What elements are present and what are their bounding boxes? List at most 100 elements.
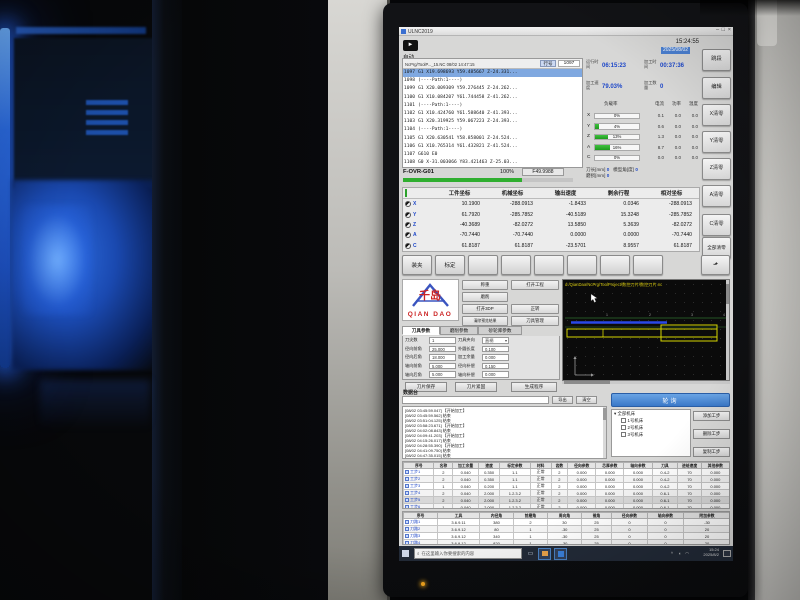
row-checkbox[interactable] [405,498,409,502]
toolbar-button-blank[interactable] [468,255,498,275]
gcode-line[interactable]: 1103G1 X20.319925 Y59.067223 Z-24.393... [403,118,582,126]
taskbar-clock[interactable]: 15:24 2025/8/2 [703,547,719,557]
table-row[interactable]: 刀路23.6.9.12801-30250020 [404,526,731,533]
return-button[interactable]: ⬏ [701,255,730,275]
forward-button[interactable]: 正转 [511,304,559,314]
row-checkbox[interactable] [405,470,409,474]
tab-grind-params[interactable]: 磨削参数 [440,326,478,335]
param-input[interactable]: 25.000 [429,346,456,353]
grind-button[interactable]: 磨削 [462,292,508,302]
tab-tool-params[interactable]: 刀具参数 [402,326,440,335]
log-scrollbar[interactable] [603,407,606,458]
generate-program-button[interactable]: 生成程序 [511,382,557,392]
minimize-button[interactable]: – [716,27,719,33]
toolbar-button-blank[interactable] [600,255,630,275]
machine-tree-item[interactable]: 3号机床 [614,431,688,438]
work-steps-table[interactable]: 序号名称加工余量速度标定参数材料齿数径向参数芯厚参数轴向参数刀具进给速度其他参数… [402,461,730,509]
row-checkbox[interactable] [405,505,409,509]
machine-checkbox[interactable] [621,418,626,423]
param-input[interactable]: 0.100 [482,346,509,353]
machine-tree-item[interactable]: 2号机床 [614,424,688,431]
gcode-line[interactable]: 1105G1 X20.630541 Y58.858001 Z-24.524... [403,135,582,143]
graph-hscroll[interactable] [562,381,730,384]
gcode-line[interactable]: 1101(----Path:1----) [403,102,582,110]
row-checkbox[interactable] [405,491,409,495]
table-row[interactable]: 刀路33.6.9.123401-30250020 [404,533,731,540]
file-explorer-icon[interactable] [539,549,550,559]
param-input[interactable]: 0.150 [482,363,509,370]
row-checkbox[interactable] [405,520,409,524]
side-button-5[interactable]: Z清零 [702,158,731,180]
gcode-line[interactable]: 1106G1 X10.765314 Y61.432821 Z-41.524... [403,143,582,151]
gcode-line-list[interactable]: 1097G1 X19.698693 Y59.485667 Z-24.331...… [403,69,582,167]
open-3dp-button[interactable]: 打开3DP [462,304,508,314]
console-input[interactable] [402,396,549,404]
clear-preview-button[interactable]: 清除预览结果 [462,316,508,326]
gcode-line[interactable]: 1102G1 X10.424760 Y61.588640 Z-41.393... [403,110,582,118]
tool-paths-table[interactable]: 序号工具内径角前磨角周向角锥角径向参数轴向参数附加参数刀路13.6.9.1138… [402,511,730,545]
toolbar-button-blank[interactable] [501,255,531,275]
side-button-4[interactable]: Y清零 [702,131,731,153]
log-list[interactable]: [08/02 03:45:59.047] 【开始加工】[08/02 03:45:… [402,406,607,459]
gcode-line[interactable]: 1104(----Path:1----) [403,126,582,134]
table-row[interactable]: 刀路13.6.9.113802302500-30 [404,519,731,526]
side-button-7[interactable]: C清零 [702,214,731,236]
toolbar-button-blank[interactable] [534,255,564,275]
toolbar-button-blank[interactable] [567,255,597,275]
toolbar-button[interactable]: 标定 [435,255,465,275]
tray-volume-icon[interactable]: ◖ [678,551,681,556]
table-row[interactable]: 工步420.0402.0001.2.3.2正常20.0000.0000.0000… [404,490,730,497]
side-button-1[interactable]: 跳段 [702,49,731,71]
maximize-button[interactable]: □ [722,27,725,33]
param-input[interactable]: 0.000 [482,354,509,361]
table-row[interactable]: 工步520.0402.0001.2.3.2正常20.0000.0000.0000… [404,497,730,504]
row-checkbox[interactable] [405,477,409,481]
gcode-line[interactable]: 1108G0 X-31.003066 Y83.421463 Z-25.03... [403,159,582,167]
taskbar-search[interactable]: ⌕ 在这里输入你要搜索的内容 [414,548,522,559]
gcode-line[interactable]: 1099G1 X20.009309 Y59.276445 Z-24.262... [403,85,582,93]
table-row[interactable]: 工步310.0400.2001.1正常20.0000.0000.0000.4-2… [404,483,730,490]
tray-expand-icon[interactable]: ^ [671,551,673,556]
delete-step-button[interactable]: 删除工步 [693,429,730,439]
machine-checkbox[interactable] [621,425,626,430]
side-button-3[interactable]: X清零 [702,104,731,126]
param-input[interactable]: 5.000 [429,371,456,378]
clamp-insert-button[interactable]: 刀片紧固 [455,382,497,392]
machine-tree-item[interactable]: 1号机床 [614,417,688,424]
cnc-app-icon[interactable] [555,549,566,559]
gcode-line[interactable]: 1097G1 X19.698693 Y59.485667 Z-24.331... [403,69,582,77]
side-button-6[interactable]: A清零 [702,185,731,207]
side-button-2[interactable]: 编辑 [702,77,731,99]
param-input[interactable]: 0.000 [482,371,509,378]
task-view-icon[interactable]: ▭ [525,549,536,559]
graph-vscroll[interactable] [726,280,729,380]
toolpath-preview[interactable]: d:/QianDao/NcPrg/ToolProject/数控刀片/数控刀片.n… [562,279,730,381]
tool-manage-button[interactable]: 刀具管理 [511,316,559,326]
gcode-line[interactable]: 1100G1 X10.084207 Y61.744458 Z-41.262... [403,94,582,102]
toolbar-button[interactable]: 装夹 [402,255,432,275]
machine-tree[interactable]: ▾ 全部机床 1号机床2号机床3号机床 [611,409,691,457]
row-checkbox[interactable] [405,534,409,538]
open-project-button[interactable]: 打开工程 [511,280,559,290]
line-number-button[interactable]: 行号 [540,60,556,67]
clear-log-button[interactable]: 清空 [576,396,597,404]
toolbar-button-blank[interactable] [633,255,663,275]
gcode-line[interactable]: 1098(----Path:1----) [403,77,582,85]
close-button[interactable]: × [728,27,731,33]
gcode-line[interactable]: 1107G610 E0 [403,151,582,159]
notification-center-icon[interactable] [723,550,731,557]
table-row[interactable]: 工步610.0402.0001.2.3.2正常20.0000.0000.0000… [404,504,730,509]
param-input[interactable]: 1 [429,337,456,344]
row-checkbox[interactable] [405,541,409,545]
tray-network-icon[interactable]: ◠ [685,551,689,557]
param-input[interactable]: 直柄 [482,337,509,344]
machine-checkbox[interactable] [621,432,626,437]
start-button[interactable] [402,550,409,557]
poll-button[interactable]: 轮询 [611,393,730,407]
row-checkbox[interactable] [405,527,409,531]
add-step-button[interactable]: 添加工步 [693,411,730,421]
export-button[interactable]: 导出 [552,396,573,404]
copy-step-button[interactable]: 复制工步 [693,447,730,457]
tab-wheel-params[interactable]: 砂轮库参数 [478,326,522,335]
table-row[interactable]: 刀路43.6.9.128201-30250020 [404,540,731,545]
